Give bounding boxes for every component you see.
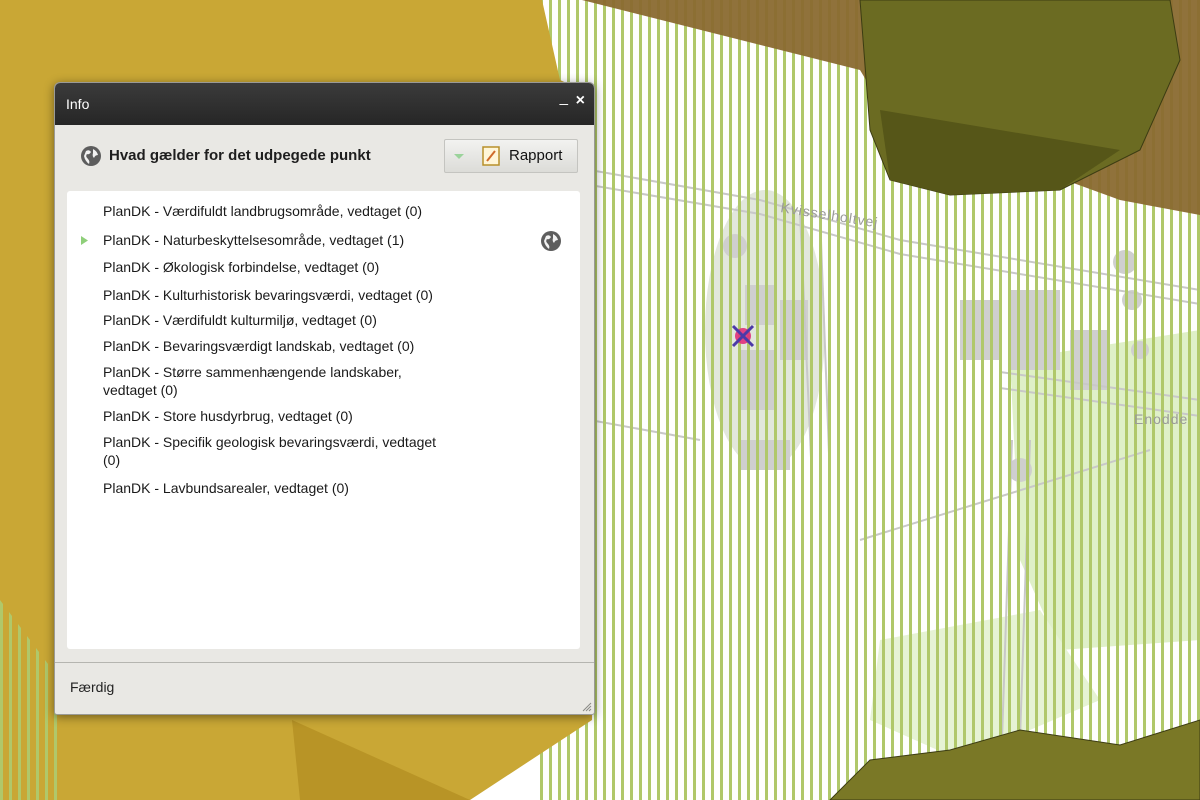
result-item[interactable]: PlanDK - Økologisk forbindelse, vedtaget… (103, 258, 483, 276)
window-titlebar[interactable]: Info _ × (55, 83, 594, 125)
window-title: Info (66, 96, 90, 112)
globe-icon (81, 146, 101, 166)
minimize-button[interactable]: _ (560, 89, 568, 106)
info-window[interactable]: Info _ × Hvad gælder for det udpegede pu… (54, 82, 595, 715)
results-panel: PlanDK - Værdifuldt landbrugsområde, ved… (67, 191, 580, 649)
result-item[interactable]: PlanDK - Specifik geologisk bevaringsvær… (103, 433, 483, 469)
result-item[interactable]: PlanDK - Kulturhistorisk bevaringsværdi,… (103, 286, 483, 304)
selected-point-marker[interactable] (731, 324, 755, 348)
query-heading: Hvad gælder for det udpegede punkt (109, 147, 371, 164)
dropdown-arrow-icon[interactable] (452, 151, 466, 161)
result-item[interactable]: PlanDK - Store husdyrbrug, vedtaget (0) (103, 407, 483, 425)
result-text: PlanDK - Bevaringsværdigt landskab, vedt… (103, 338, 415, 354)
close-button[interactable]: × (576, 92, 585, 110)
result-item[interactable]: PlanDK - Værdifuldt landbrugsområde, ved… (103, 202, 483, 220)
report-button-label: Rapport (509, 147, 563, 164)
resize-grip-icon[interactable] (580, 700, 592, 712)
result-text: PlanDK - Værdifuldt landbrugsområde, ved… (103, 203, 423, 219)
street-label-enodde: Enodde (1134, 411, 1188, 427)
result-text-continued: vedtaget (0) (103, 382, 178, 398)
result-item[interactable]: PlanDK - Større sammenhængende landskabe… (103, 363, 483, 399)
result-item[interactable]: PlanDK - Naturbeskyttelsesområde, vedtag… (103, 231, 483, 249)
footer-divider (55, 662, 594, 663)
result-text: PlanDK - Økologisk forbindelse, vedtaget… (103, 259, 380, 275)
result-text-continued: (0) (103, 452, 121, 468)
report-document-icon (482, 146, 500, 166)
result-item[interactable]: PlanDK - Bevaringsværdigt landskab, vedt… (103, 337, 483, 355)
expand-arrow-icon[interactable] (80, 235, 89, 246)
result-text: PlanDK - Værdifuldt kulturmiljø, vedtage… (103, 312, 377, 328)
result-text: PlanDK - Specifik geologisk bevaringsvær… (103, 434, 437, 450)
result-text: PlanDK - Kulturhistorisk bevaringsværdi,… (103, 287, 433, 303)
result-text: PlanDK - Lavbundsarealer, vedtaget (0) (103, 480, 349, 496)
result-text: PlanDK - Naturbeskyttelsesområde, vedtag… (103, 232, 405, 248)
result-item[interactable]: PlanDK - Lavbundsarealer, vedtaget (0) (103, 479, 483, 497)
report-button[interactable]: Rapport (444, 139, 578, 173)
result-text: PlanDK - Store husdyrbrug, vedtaget (0) (103, 408, 353, 424)
result-item[interactable]: PlanDK - Værdifuldt kulturmiljø, vedtage… (103, 311, 483, 329)
status-text: Færdig (70, 679, 115, 695)
zoom-to-globe-icon[interactable] (540, 230, 562, 252)
result-text: PlanDK - Større sammenhængende landskabe… (103, 364, 402, 380)
